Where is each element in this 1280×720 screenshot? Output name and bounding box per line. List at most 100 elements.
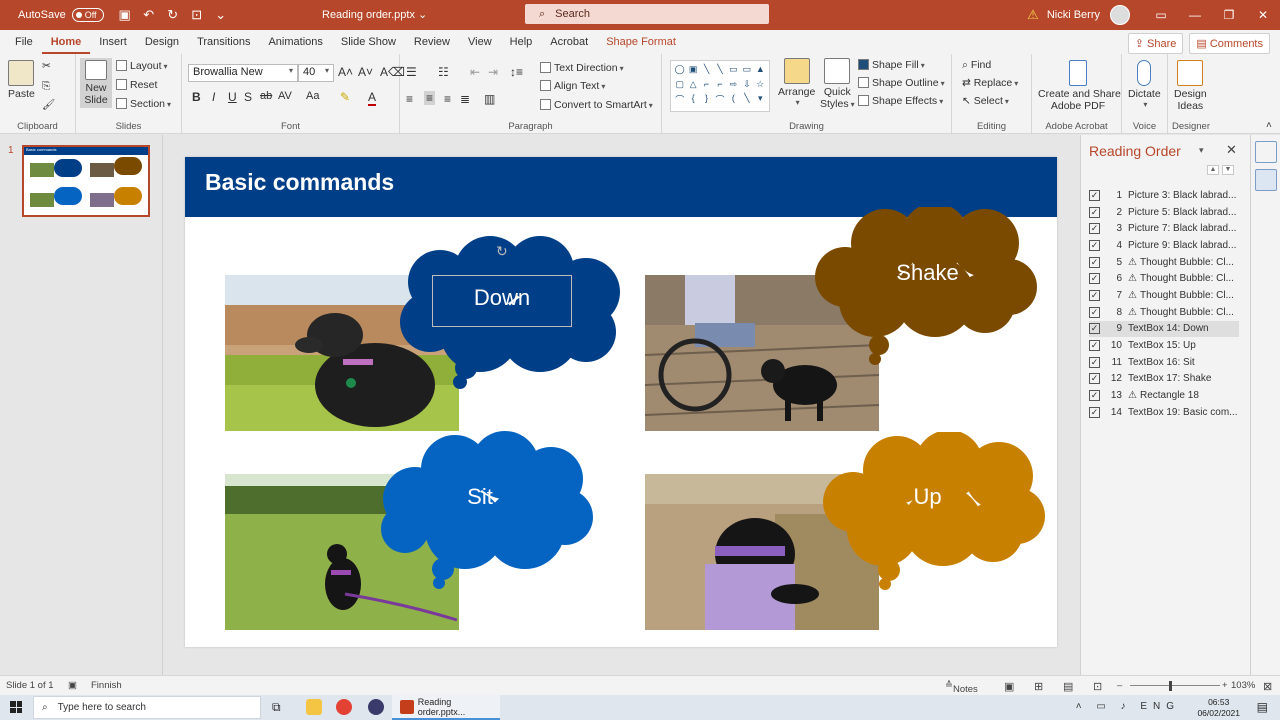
avatar[interactable] — [1110, 5, 1130, 25]
checkbox[interactable]: ✓ — [1089, 306, 1100, 318]
quick-styles-button[interactable]: Quick Styles ▾ — [820, 58, 855, 110]
checkbox[interactable]: ✓ — [1089, 289, 1100, 301]
dictate-button[interactable]: Dictate ▾ — [1128, 60, 1161, 109]
spelling-icon[interactable]: ▣ — [68, 680, 77, 691]
rotate-handle-icon[interactable]: ↻ — [496, 243, 508, 260]
checkbox[interactable]: ✓ — [1089, 273, 1100, 285]
shape-bracket-icon[interactable]: ( — [728, 93, 739, 108]
windows-start-icon[interactable] — [10, 701, 22, 713]
format-painter-icon[interactable]: 🖌 — [42, 98, 55, 111]
customize-qat-icon[interactable]: ⌄ — [214, 7, 228, 23]
cut-icon[interactable]: ✂ — [42, 60, 51, 72]
document-title[interactable]: Reading order.pptx ⌄ — [322, 8, 427, 21]
character-spacing-icon[interactable]: AV — [278, 90, 292, 102]
taskbar-search[interactable]: ⌕ Type here to search — [33, 696, 261, 719]
reading-order-item[interactable]: ✓ 8 ⚠ Thought Bubble: Cl... — [1089, 304, 1239, 321]
justify-icon[interactable]: ≣ — [460, 92, 470, 106]
shape-triangle-up-icon[interactable]: ▲ — [755, 64, 766, 77]
shape-more-icon[interactable]: ▾ — [755, 93, 766, 108]
system-tray-icons[interactable]: ˄ ▭ ♪ ENG — [1076, 701, 1180, 712]
font-family-select[interactable]: Browallia New ▾ — [188, 64, 298, 82]
shape-elbow-icon[interactable]: ⌐ — [701, 79, 712, 92]
change-case-icon[interactable]: Aa — [306, 90, 319, 102]
tab-insert[interactable]: Insert — [90, 30, 136, 54]
tab-home[interactable]: Home — [41, 30, 91, 54]
shape-effects-button[interactable]: Shape Effects ▾ — [858, 95, 943, 107]
grow-font-icon[interactable]: A˄ — [338, 65, 353, 79]
select-button[interactable]: ↖ Select ▾ — [962, 95, 1009, 107]
task-view-icon[interactable]: ⧉ — [272, 700, 281, 715]
slide-show-icon[interactable]: ⊡ — [1093, 680, 1102, 693]
language-status[interactable]: Finnish — [91, 680, 122, 691]
increase-indent-icon[interactable]: ⇥ — [488, 65, 498, 79]
zoom-slider-thumb[interactable] — [1169, 681, 1172, 691]
shape-line2-icon[interactable]: ╲ — [714, 64, 725, 77]
shape-rect-icon[interactable]: ▭ — [728, 64, 739, 77]
shape-rounded-icon[interactable]: ▢ — [674, 79, 685, 92]
zoom-slider[interactable] — [1130, 685, 1220, 686]
bubble-label-shake[interactable]: Shake — [865, 260, 990, 286]
redo-icon[interactable]: ↻ — [166, 7, 180, 23]
reading-order-item[interactable]: ✓ 2 Picture 5: Black labrad... — [1089, 204, 1239, 221]
tab-help[interactable]: Help — [501, 30, 542, 54]
design-ideas-button[interactable]: Design Ideas — [1174, 60, 1207, 112]
shape-fill-button[interactable]: Shape Fill ▾ — [858, 59, 925, 71]
checkbox[interactable]: ✓ — [1089, 356, 1100, 368]
zoom-out-icon[interactable]: – — [1117, 680, 1122, 691]
close-icon[interactable]: ✕ — [1246, 8, 1280, 22]
replace-button[interactable]: ⇄ Replace ▾ — [962, 77, 1018, 89]
close-pane-icon[interactable]: ✕ — [1226, 142, 1237, 158]
zoom-level[interactable]: 103% — [1231, 680, 1255, 691]
reading-order-item[interactable]: ✓ 1 Picture 3: Black labrad... — [1089, 187, 1239, 204]
thought-bubble-shake[interactable] — [805, 207, 1040, 367]
checkbox[interactable]: ✓ — [1089, 189, 1100, 201]
bubble-label-down[interactable]: Down — [432, 285, 572, 311]
collapse-ribbon-icon[interactable]: ˄ — [1266, 120, 1272, 131]
slide-title[interactable]: Basic commands — [205, 169, 394, 196]
checkbox[interactable]: ✓ — [1089, 206, 1100, 218]
ribbon-display-icon[interactable]: ▭ — [1144, 8, 1178, 22]
checkbox[interactable]: ✓ — [1089, 373, 1100, 385]
arrange-button[interactable]: Arrange ▾ — [778, 58, 815, 107]
clock[interactable]: 06:53 06/02/2021 — [1197, 697, 1240, 719]
tab-review[interactable]: Review — [405, 30, 459, 54]
copy-icon[interactable]: ⎘ — [42, 80, 50, 93]
shape-outline-button[interactable]: Shape Outline ▾ — [858, 77, 945, 89]
shape-star-icon[interactable]: ☆ — [755, 79, 766, 92]
restore-icon[interactable]: ❐ — [1212, 8, 1246, 22]
align-center-icon[interactable]: ≡ — [424, 91, 436, 105]
checkbox[interactable]: ✓ — [1089, 223, 1100, 235]
section-button[interactable]: Section ▾ — [116, 98, 171, 110]
shape-curve-icon[interactable]: ⌒ — [674, 93, 685, 108]
search-input[interactable]: ⌕ Search — [525, 4, 769, 24]
create-pdf-button[interactable]: Create and Share Adobe PDF — [1038, 60, 1121, 112]
align-left-icon[interactable]: ≡ — [406, 92, 413, 106]
reading-order-item[interactable]: ✓ 14 TextBox 19: Basic com... — [1089, 404, 1239, 421]
highlight-icon[interactable]: ✎ — [340, 90, 350, 104]
autosave-toggle[interactable]: Off — [71, 8, 104, 22]
tab-acrobat[interactable]: Acrobat — [541, 30, 597, 54]
fit-slide-icon[interactable]: ⊠ — [1263, 680, 1272, 693]
checkbox[interactable]: ✓ — [1089, 239, 1100, 251]
italic-icon[interactable]: I — [212, 90, 215, 104]
reading-order-item[interactable]: ✓ 7 ⚠ Thought Bubble: Cl... — [1089, 287, 1239, 304]
shape-triangle-icon[interactable]: △ — [687, 79, 698, 92]
reading-order-item[interactable]: ✓ 12 TextBox 17: Shake — [1089, 371, 1239, 388]
reading-view-icon[interactable]: ▤ — [1063, 680, 1073, 693]
font-size-select[interactable]: 40 ▾ — [298, 64, 334, 82]
tab-design[interactable]: Design — [136, 30, 188, 54]
reading-order-item[interactable]: ✓ 4 Picture 9: Black labrad... — [1089, 237, 1239, 254]
reading-order-item[interactable]: ✓ 10 TextBox 15: Up — [1089, 337, 1239, 354]
new-slide-button[interactable]: New Slide — [80, 58, 112, 108]
shape-connector-icon[interactable]: ⌐ — [714, 79, 725, 92]
share-button[interactable]: ⇪ Share — [1127, 33, 1184, 54]
accessibility-icon[interactable] — [1254, 141, 1277, 163]
checkbox[interactable]: ✓ — [1089, 323, 1100, 335]
shape-arrow-icon[interactable]: ⇨ — [728, 79, 739, 92]
text-direction-button[interactable]: Text Direction ▾ — [540, 62, 624, 74]
shapes-gallery[interactable]: ◯ ▣ ╲ ╲ ▭ ▭ ▲ ▢ △ ⌐ ⌐ ⇨ ⇩ ☆ ⌒{} ⌒(╲ ▾ — [670, 60, 770, 112]
reading-order-icon[interactable] — [1254, 169, 1277, 191]
convert-smartart-button[interactable]: Convert to SmartArt ▾ — [540, 99, 653, 111]
slide[interactable]: Basic commands ↻ Down Shake Sit Up — [185, 157, 1057, 647]
move-down-icon[interactable]: ▼ — [1222, 165, 1234, 175]
